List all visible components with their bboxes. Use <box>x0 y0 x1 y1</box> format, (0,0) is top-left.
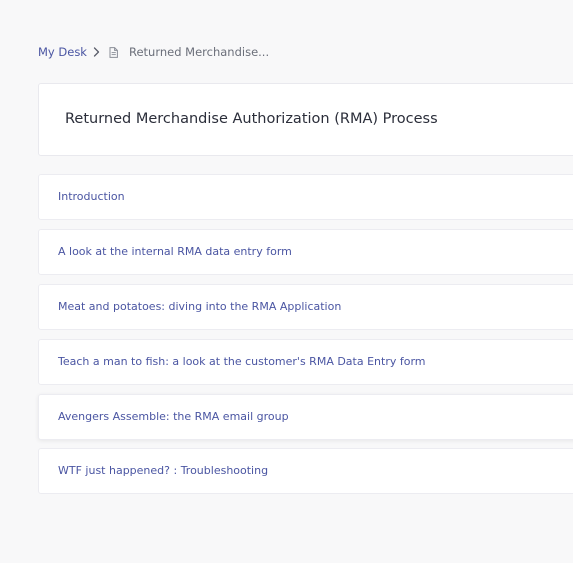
page: My Desk Returned Merchandise... Returned… <box>0 0 573 563</box>
section-label: Teach a man to fish: a look at the custo… <box>58 355 426 368</box>
section-item-customer-rma-form[interactable]: Teach a man to fish: a look at the custo… <box>38 339 573 385</box>
section-item-internal-rma-form[interactable]: A look at the internal RMA data entry fo… <box>38 229 573 275</box>
section-item-rma-email-group[interactable]: Avengers Assemble: the RMA email group <box>38 394 573 440</box>
section-label: Introduction <box>58 190 125 203</box>
document-icon <box>109 46 118 58</box>
breadcrumb-current: Returned Merchandise... <box>128 45 270 59</box>
section-item-introduction[interactable]: Introduction <box>38 174 573 220</box>
title-card: Returned Merchandise Authorization (RMA)… <box>38 83 573 156</box>
page-title: Returned Merchandise Authorization (RMA)… <box>65 111 438 127</box>
section-label: A look at the internal RMA data entry fo… <box>58 245 292 258</box>
breadcrumb: My Desk Returned Merchandise... <box>38 44 269 60</box>
chevron-right-icon <box>93 47 100 57</box>
section-item-rma-application[interactable]: Meat and potatoes: diving into the RMA A… <box>38 284 573 330</box>
section-label: WTF just happened? : Troubleshooting <box>58 464 269 477</box>
section-label: Meat and potatoes: diving into the RMA A… <box>58 300 342 313</box>
section-label: Avengers Assemble: the RMA email group <box>58 410 289 423</box>
section-item-troubleshooting[interactable]: WTF just happened? : Troubleshooting <box>38 448 573 494</box>
breadcrumb-my-desk-link[interactable]: My Desk <box>38 45 87 59</box>
